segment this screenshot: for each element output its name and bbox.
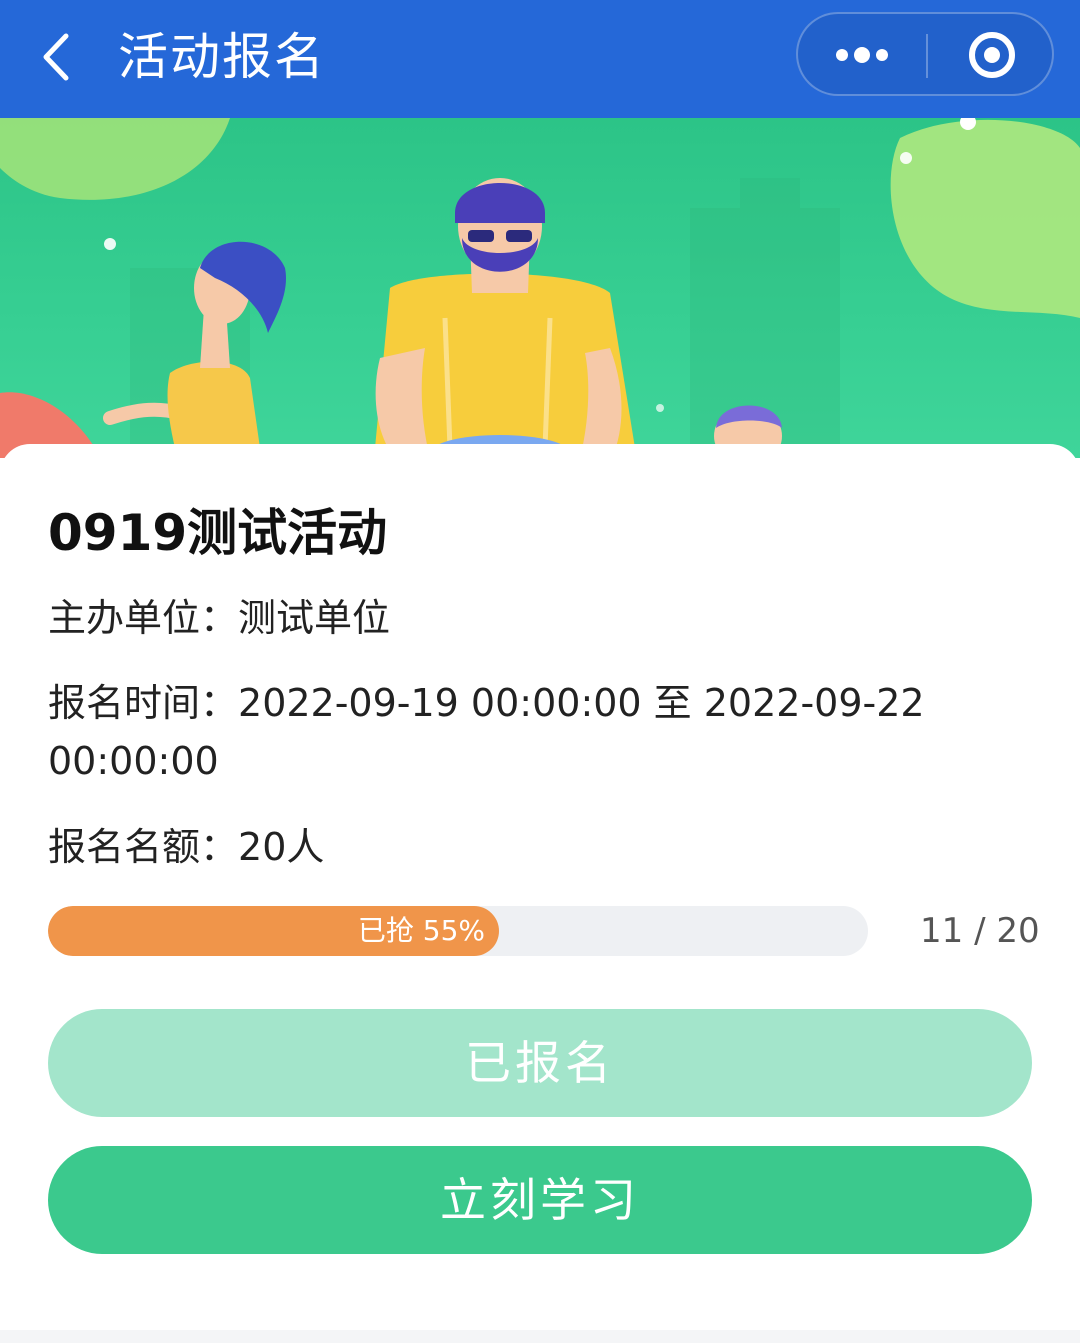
registration-time-label: 报名时间： (48, 681, 239, 725)
page-title: 活动报名 (118, 28, 326, 86)
more-button[interactable] (798, 14, 926, 94)
quota-label: 报名名额： (48, 825, 239, 869)
progress-count: 11 / 20 (920, 911, 1040, 951)
nav-header: 活动报名 (0, 0, 1080, 118)
progress-label: 已抢 55% (357, 914, 485, 947)
mini-program-capsule (796, 12, 1054, 96)
activity-title: 0919测试活动 (48, 504, 388, 562)
sports-people-illustration (0, 118, 1080, 458)
quota-value: 20人 (238, 825, 325, 869)
organizer-label: 主办单位： (48, 596, 239, 640)
activity-info-card: 0919测试活动 主办单位：测试单位 报名时间：2022-09-19 00:00… (0, 444, 1080, 1343)
organizer-value: 测试单位 (238, 596, 391, 640)
back-button[interactable] (30, 22, 90, 92)
target-circle-icon (969, 32, 1015, 78)
bottom-divider (0, 1330, 1080, 1343)
registration-progress-bar: 已抢 55% (48, 906, 868, 956)
registered-button[interactable]: 已报名 (48, 1009, 1032, 1117)
more-dots-icon (836, 47, 888, 63)
quota-row: 报名名额：20人 (48, 818, 1008, 876)
activity-banner (0, 118, 1080, 458)
chevron-left-icon (43, 33, 69, 81)
registration-time-row: 报名时间：2022-09-19 00:00:00 至 2022-09-22 00… (48, 674, 1008, 790)
close-button[interactable] (928, 14, 1052, 94)
organizer-row: 主办单位：测试单位 (48, 589, 1008, 647)
start-study-button[interactable]: 立刻学习 (48, 1146, 1032, 1254)
progress-fill: 已抢 55% (48, 906, 499, 956)
